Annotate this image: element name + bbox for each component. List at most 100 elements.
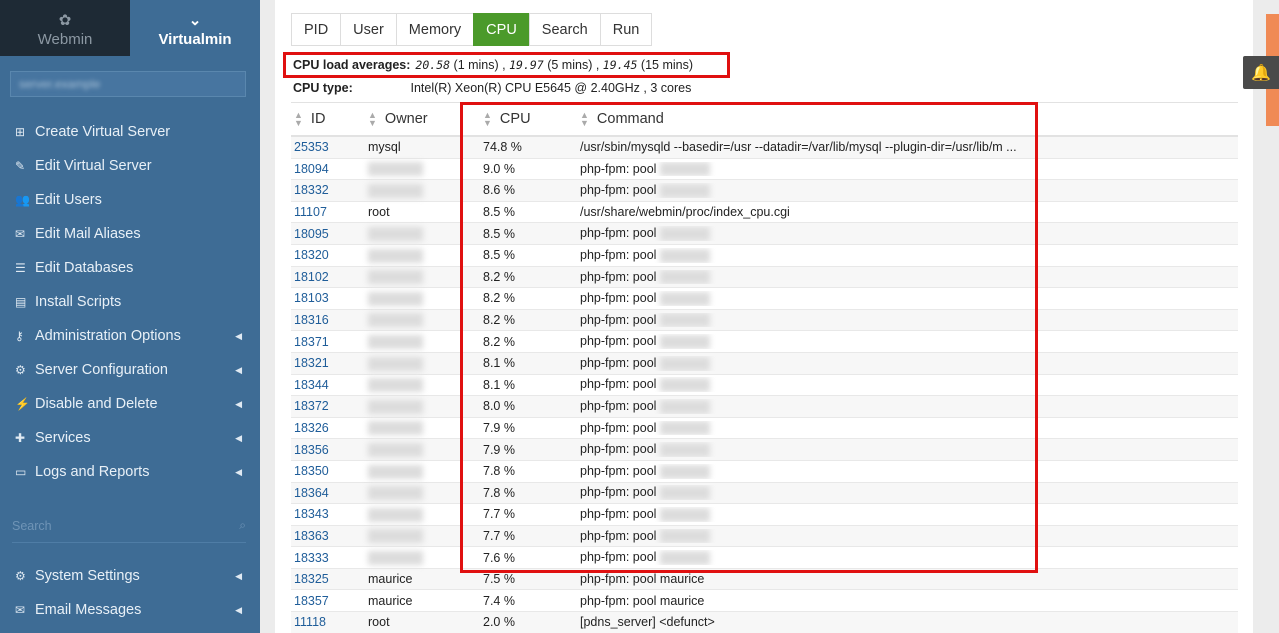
sidebar-item-edit-virtual-server[interactable]: ✎ Edit Virtual Server	[0, 149, 260, 183]
pid-link[interactable]: 18102	[294, 270, 329, 284]
cell-id: 18332	[291, 183, 368, 197]
sidebar-item-logs-and-reports[interactable]: ▭ Logs and Reports ◀	[0, 455, 260, 489]
pid-link[interactable]: 18372	[294, 399, 329, 413]
sidebar-item-create-virtual-server[interactable]: ⊞ Create Virtual Server	[0, 115, 260, 149]
redacted-pool	[660, 356, 711, 371]
pid-link[interactable]: 18094	[294, 162, 329, 176]
tab-user[interactable]: User	[340, 13, 397, 46]
sidebar-item-install-scripts[interactable]: ▤ Install Scripts	[0, 285, 260, 319]
tab-run[interactable]: Run	[599, 13, 653, 46]
redacted-owner	[368, 529, 423, 544]
pid-link[interactable]: 18326	[294, 421, 329, 435]
sidebar-item-label: Services	[35, 430, 91, 446]
sidebar-item-system-settings[interactable]: ⚙ System Settings ◀	[0, 559, 260, 593]
edit-icon: ✎	[15, 159, 26, 173]
cell-owner	[368, 291, 483, 306]
pid-link[interactable]: 11118	[294, 615, 326, 629]
column-id[interactable]: ▲ ▼ ID	[291, 111, 368, 128]
column-cpu[interactable]: ▲ ▼ CPU	[483, 111, 580, 128]
command-text: php-fpm: pool maurice	[580, 593, 705, 608]
sidebar-item-disable-and-delete[interactable]: ⚡ Disable and Delete ◀	[0, 387, 260, 421]
cell-cpu: 7.7 %	[483, 528, 515, 543]
tab-search[interactable]: Search	[528, 13, 601, 46]
sidebar-item-system-customization[interactable]: ⚙System Customization◀	[0, 627, 260, 633]
pid-link[interactable]: 18103	[294, 291, 329, 305]
command-text: php-fpm: pool	[580, 312, 657, 327]
cell-cpu: 8.0 %	[483, 399, 515, 414]
pid-link[interactable]: 18350	[294, 464, 329, 478]
tab-cpu[interactable]: CPU	[473, 13, 530, 46]
pid-link[interactable]: 18371	[294, 335, 329, 349]
cell-cpu: 7.9 %	[483, 442, 515, 457]
pid-link[interactable]: 18363	[294, 529, 329, 543]
sidebar-item-email-messages[interactable]: ✉ Email Messages ◀	[0, 593, 260, 627]
pid-link[interactable]: 18321	[294, 356, 329, 370]
plug-icon: ⚡	[15, 397, 30, 411]
redacted-pool	[660, 313, 711, 328]
cpu-type-label: CPU type:	[293, 81, 353, 95]
cell-cpu: 8.5 %	[483, 226, 515, 241]
redacted-pool	[660, 227, 711, 242]
pid-link[interactable]: 18320	[294, 248, 329, 262]
sidebar-search[interactable]: Search ⌕	[12, 509, 246, 543]
pid-link[interactable]: 25353	[294, 140, 329, 154]
sidebar-item-administration-options[interactable]: ⚷ Administration Options ◀	[0, 319, 260, 353]
cell-owner	[368, 334, 483, 349]
cell-command: php-fpm: pool	[580, 507, 1238, 522]
cell-id: 18316	[291, 313, 368, 327]
cell-cpu: 7.9 %	[483, 421, 515, 436]
load-5min: 19.97	[509, 58, 544, 72]
pid-link[interactable]: 18357	[294, 594, 329, 608]
pid-link[interactable]: 18095	[294, 227, 329, 241]
command-text: php-fpm: pool	[580, 377, 657, 392]
pid-link[interactable]: 18316	[294, 313, 329, 327]
bell-icon[interactable]: 🔔	[1243, 56, 1279, 89]
table-row: 18344 8.1 % php-fpm: pool	[291, 375, 1238, 397]
column-owner[interactable]: ▲ ▼ Owner	[368, 111, 483, 128]
process-table: ▲ ▼ ID ▲ ▼ Owner ▲ ▼ CPU ▲ ▼ Command 25353 mysql 7…	[291, 102, 1238, 633]
sidebar-search-input[interactable]: Search	[12, 519, 52, 533]
pid-link[interactable]: 18343	[294, 507, 329, 521]
redacted-owner	[368, 270, 423, 285]
redacted-pool	[660, 442, 711, 457]
cell-command: php-fpm: pool	[580, 356, 1238, 371]
cell-id: 18326	[291, 421, 368, 435]
redacted-owner	[368, 227, 423, 242]
pid-link[interactable]: 18325	[294, 572, 329, 586]
load-5min-unit: (5 mins)	[547, 58, 593, 72]
virtual-server-select[interactable]: server.example	[10, 71, 246, 97]
cpu-type-value: Intel(R) Xeon(R) CPU E5645 @ 2.40GHz , 3…	[410, 81, 692, 95]
table-row: 18363 7.7 % php-fpm: pool	[291, 525, 1238, 548]
sidebar-item-edit-mail-aliases[interactable]: ✉ Edit Mail Aliases	[0, 217, 260, 251]
webmin-switch[interactable]: ✿ Webmin	[0, 0, 130, 56]
pid-link[interactable]: 18364	[294, 486, 329, 500]
cell-id: 18325	[291, 572, 368, 586]
redacted-pool	[660, 486, 711, 501]
virtualmin-switch[interactable]: ⌄ Virtualmin	[130, 0, 260, 56]
cell-command: /usr/share/webmin/proc/index_cpu.cgi	[580, 205, 1238, 219]
command-text: php-fpm: pool	[580, 528, 657, 543]
tab-memory[interactable]: Memory	[395, 13, 475, 46]
pid-link[interactable]: 18356	[294, 443, 329, 457]
cell-cpu: 7.8 %	[483, 485, 515, 500]
cell-cpu: 8.6 %	[483, 183, 515, 198]
pid-link[interactable]: 18332	[294, 183, 329, 197]
column-owner-label: Owner	[384, 111, 428, 127]
load-label: CPU load averages:	[293, 58, 411, 72]
cell-id: 18343	[291, 507, 368, 521]
sidebar-item-edit-users[interactable]: 👥 Edit Users	[0, 183, 260, 217]
pid-link[interactable]: 18333	[294, 551, 329, 565]
sidebar-item-services[interactable]: ✚ Services ◀	[0, 421, 260, 455]
pid-link[interactable]: 18344	[294, 378, 329, 392]
sidebar-item-server-configuration[interactable]: ⚙ Server Configuration ◀	[0, 353, 260, 387]
column-command[interactable]: ▲ ▼ Command	[580, 111, 1238, 127]
pid-link[interactable]: 11107	[294, 205, 327, 219]
command-text: php-fpm: pool	[580, 550, 657, 565]
sidebar-item-edit-databases[interactable]: ☰ Edit Databases	[0, 251, 260, 285]
table-row: 18095 8.5 % php-fpm: pool	[291, 223, 1238, 245]
table-row: 18357 maurice 7.4 % php-fpm: pool maurice	[291, 590, 1238, 613]
cell-owner	[368, 421, 483, 436]
virtualmin-menu: ⊞ Create Virtual Server ✎ Edit Virtual Serv…	[0, 115, 260, 489]
system-menu: ⚙ System Settings ◀ ✉ Email Messages ◀ ⚙System…	[0, 559, 260, 633]
tab-pid[interactable]: PID	[291, 13, 342, 46]
